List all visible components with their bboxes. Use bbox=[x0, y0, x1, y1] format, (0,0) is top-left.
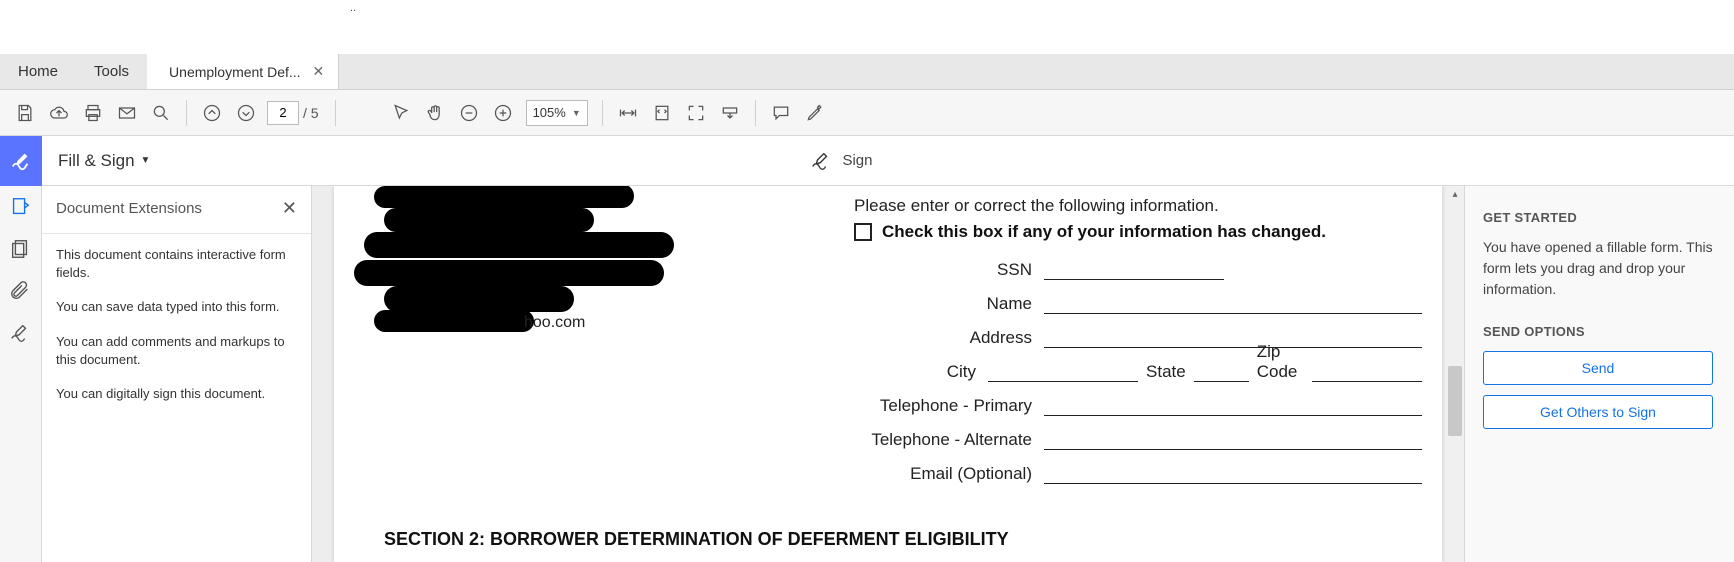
label-ssn: SSN bbox=[854, 260, 1044, 280]
ext-info-2: You can save data typed into this form. bbox=[56, 298, 297, 316]
field-email[interactable] bbox=[1044, 464, 1422, 484]
scroll-up-icon[interactable]: ▴ bbox=[1446, 186, 1464, 204]
email-icon[interactable] bbox=[110, 96, 144, 130]
field-state[interactable] bbox=[1194, 362, 1249, 382]
field-tel-alternate[interactable] bbox=[1044, 430, 1422, 450]
scroll-thumb[interactable] bbox=[1448, 366, 1462, 436]
ext-info-1: This document contains interactive form … bbox=[56, 246, 297, 282]
ext-info-4: You can digitally sign this document. bbox=[56, 385, 297, 403]
zoom-value: 105% bbox=[533, 105, 566, 120]
left-rail bbox=[0, 186, 42, 562]
sign-label: Sign bbox=[842, 152, 872, 169]
fill-sign-label: Fill & Sign bbox=[58, 151, 135, 171]
get-others-sign-button[interactable]: Get Others to Sign bbox=[1483, 395, 1713, 429]
page-number-input[interactable] bbox=[267, 101, 299, 125]
tab-tools[interactable]: Tools bbox=[76, 54, 147, 89]
right-panel: GET STARTED You have opened a fillable f… bbox=[1464, 186, 1734, 562]
label-zip: Zip Code bbox=[1249, 342, 1312, 382]
label-tel-alternate: Telephone - Alternate bbox=[854, 430, 1044, 450]
signature-icon bbox=[810, 150, 832, 172]
fill-sign-bar: Fill & Sign ▼ Sign bbox=[0, 136, 1734, 186]
page-down-icon[interactable] bbox=[229, 96, 263, 130]
tab-document-label: Unemployment Def... bbox=[169, 64, 301, 80]
read-mode-icon[interactable] bbox=[713, 96, 747, 130]
label-address: Address bbox=[854, 328, 1044, 348]
tab-bar: Home Tools Unemployment Def... ✕ bbox=[0, 54, 1734, 90]
signatures-icon[interactable] bbox=[9, 322, 33, 346]
sign-button[interactable]: Sign bbox=[810, 150, 872, 172]
fit-page-icon[interactable] bbox=[645, 96, 679, 130]
field-tel-primary[interactable] bbox=[1044, 396, 1422, 416]
document-viewport[interactable]: hoo.com Please enter or correct the foll… bbox=[312, 186, 1464, 562]
send-button[interactable]: Send bbox=[1483, 351, 1713, 385]
label-email: Email (Optional) bbox=[854, 464, 1044, 484]
send-options-heading: SEND OPTIONS bbox=[1483, 324, 1734, 339]
cloud-upload-icon[interactable] bbox=[42, 96, 76, 130]
save-icon[interactable] bbox=[8, 96, 42, 130]
ext-info-3: You can add comments and markups to this… bbox=[56, 333, 297, 369]
hand-tool-icon[interactable] bbox=[418, 96, 452, 130]
select-tool-icon[interactable] bbox=[384, 96, 418, 130]
section-2-heading: SECTION 2: BORROWER DETERMINATION OF DEF… bbox=[384, 529, 1009, 550]
get-started-text: You have opened a fillable form. This fo… bbox=[1483, 237, 1734, 300]
zoom-select[interactable]: 105% ▼ bbox=[526, 100, 588, 126]
field-zip[interactable] bbox=[1312, 362, 1422, 382]
pages-icon[interactable] bbox=[9, 238, 33, 262]
extensions-title: Document Extensions bbox=[56, 200, 202, 217]
info-changed-label: Check this box if any of your informatio… bbox=[882, 222, 1326, 242]
label-tel-primary: Telephone - Primary bbox=[854, 396, 1044, 416]
info-changed-checkbox[interactable] bbox=[854, 223, 872, 241]
label-state: State bbox=[1138, 362, 1194, 382]
redacted-email-fragment: hoo.com bbox=[524, 314, 585, 332]
form-instruction: Please enter or correct the following in… bbox=[854, 196, 1422, 216]
chevron-down-icon: ▼ bbox=[141, 155, 151, 166]
extensions-icon[interactable] bbox=[9, 196, 33, 220]
close-tab-icon[interactable]: ✕ bbox=[311, 61, 327, 82]
print-icon[interactable] bbox=[76, 96, 110, 130]
zoom-out-icon[interactable] bbox=[452, 96, 486, 130]
fill-sign-tool-icon[interactable] bbox=[0, 136, 42, 186]
toolbar: / 5 105% ▼ bbox=[0, 90, 1734, 136]
window-dots: .. bbox=[350, 2, 356, 14]
fullscreen-icon[interactable] bbox=[679, 96, 713, 130]
comment-icon[interactable] bbox=[764, 96, 798, 130]
attachments-icon[interactable] bbox=[9, 280, 33, 304]
label-city: City bbox=[854, 362, 988, 382]
page-total-label: / 5 bbox=[303, 105, 319, 121]
highlight-icon[interactable] bbox=[798, 96, 832, 130]
chevron-down-icon: ▼ bbox=[572, 108, 581, 118]
tab-document[interactable]: Unemployment Def... ✕ bbox=[147, 54, 339, 89]
extensions-panel: Document Extensions ✕ This document cont… bbox=[42, 186, 312, 562]
get-started-heading: GET STARTED bbox=[1483, 210, 1734, 225]
field-name[interactable] bbox=[1044, 294, 1422, 314]
field-ssn[interactable] bbox=[1044, 260, 1224, 280]
label-name: Name bbox=[854, 294, 1044, 314]
search-icon[interactable] bbox=[144, 96, 178, 130]
pdf-page: hoo.com Please enter or correct the foll… bbox=[334, 186, 1442, 562]
zoom-in-icon[interactable] bbox=[486, 96, 520, 130]
fit-width-icon[interactable] bbox=[611, 96, 645, 130]
field-address[interactable] bbox=[1044, 328, 1422, 348]
close-panel-icon[interactable]: ✕ bbox=[282, 198, 297, 219]
field-city[interactable] bbox=[988, 362, 1138, 382]
fill-sign-dropdown[interactable]: Fill & Sign ▼ bbox=[58, 151, 150, 171]
tab-home[interactable]: Home bbox=[0, 54, 76, 89]
page-up-icon[interactable] bbox=[195, 96, 229, 130]
scrollbar[interactable]: ▴ bbox=[1446, 186, 1464, 562]
